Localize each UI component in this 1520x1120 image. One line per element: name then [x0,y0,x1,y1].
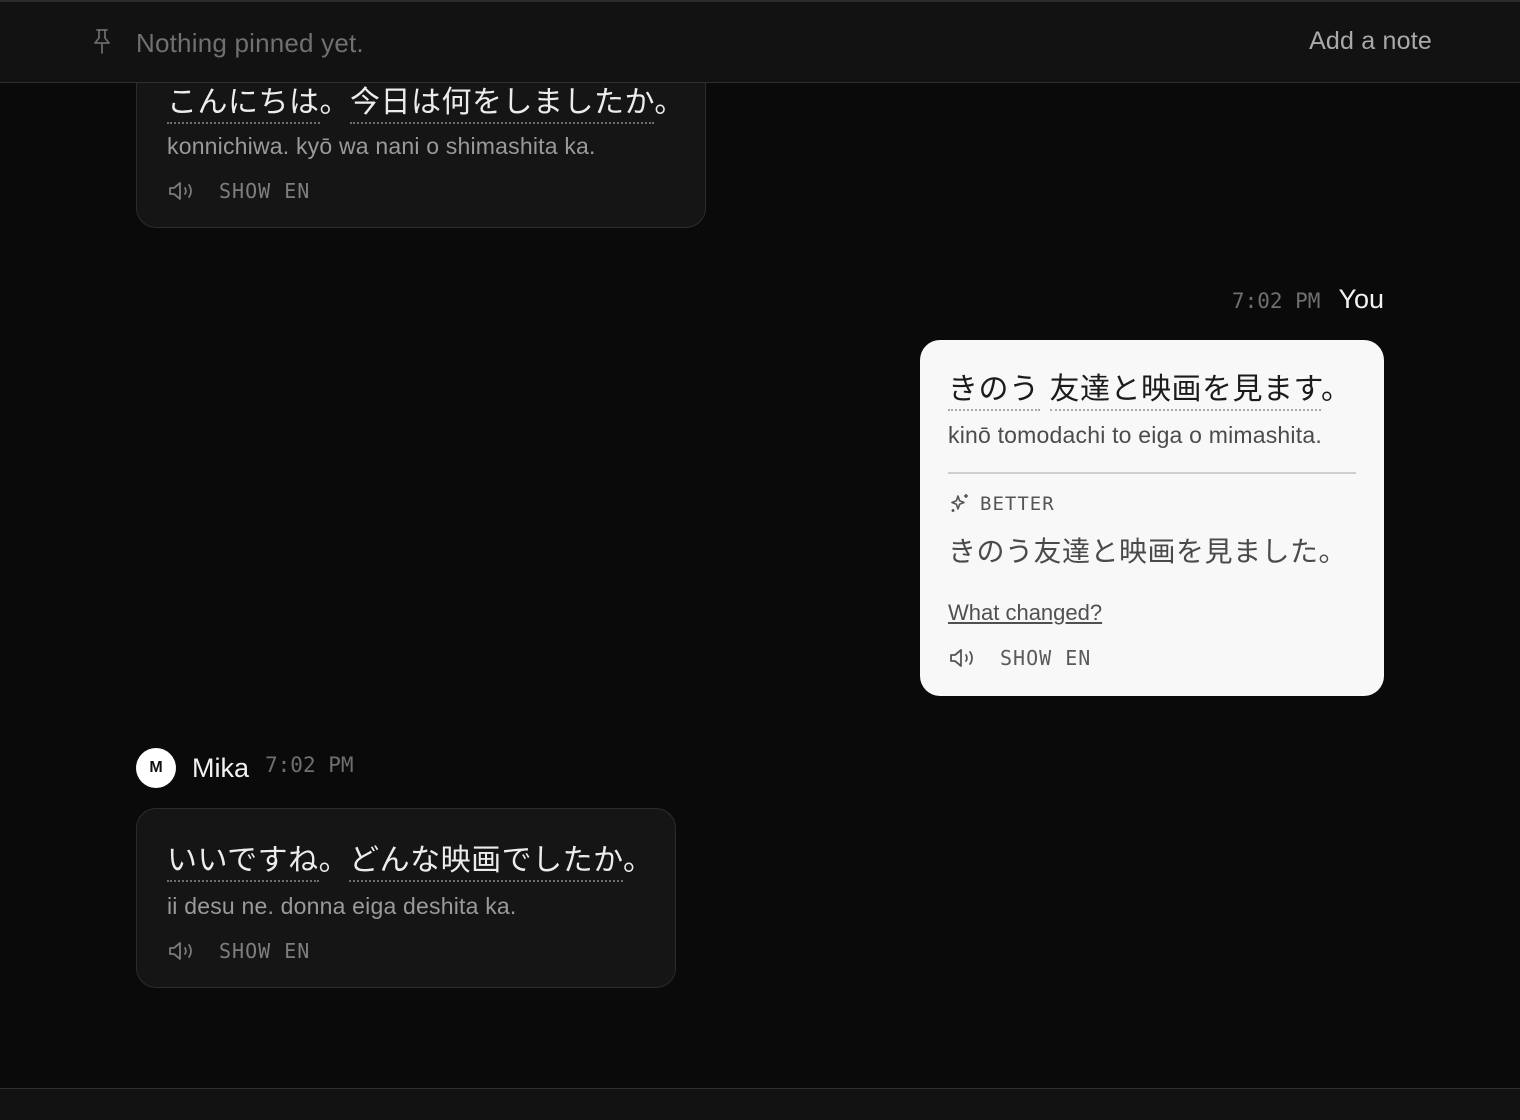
mika-message-meta: M Mika 7:02 PM [136,748,354,788]
sparkle-icon [951,494,968,512]
show-en-button[interactable]: SHOW EN [219,939,310,963]
what-changed-link[interactable]: What changed? [948,600,1102,626]
word-segment[interactable]: 今日は何をしましたか [350,85,655,124]
word-segment[interactable]: きのう [948,372,1040,411]
user-message-meta: 7:02 PM You [1232,284,1384,315]
better-correction-text: きのう友達と映画を見ました。 [948,535,1348,568]
word-segment[interactable]: こんにちは [167,85,320,124]
message-bubble-you: きのう 友達と映画を見ます。 kinō tomodachi to eiga o … [920,340,1384,696]
speaker-icon[interactable] [948,646,978,670]
message-timestamp: 7:02 PM [1231,289,1321,313]
chat-app: Nothing pinned yet. Add a note こんにちは。今日は… [0,0,1520,1120]
better-header: BETTER [948,492,1055,516]
sender-name: Mika [192,752,250,783]
pinned-bar: Nothing pinned yet. Add a note [0,0,1520,83]
punctuation: 。 [1321,372,1352,407]
add-note-button[interactable]: Add a note [1309,27,1432,56]
speaker-icon[interactable] [167,939,197,963]
avatar: M [136,748,176,788]
divider [948,472,1356,474]
message-japanese: こんにちは。今日は何をしましたか。 [167,77,685,124]
word-segment[interactable]: 友達と映画を見ます [1049,372,1322,411]
composer-bar[interactable] [0,1088,1520,1120]
word-segment[interactable]: いいですね [167,843,319,882]
pin-icon [94,29,110,54]
punctuation: 。 [319,85,350,120]
message-japanese: きのう 友達と映画を見ます。 [948,364,1352,411]
message-bubble-mika-2: いいですね。どんな映画でしたか。 ii desu ne. donna eiga … [136,808,676,988]
show-en-button[interactable]: SHOW EN [219,179,310,203]
pinned-empty-text: Nothing pinned yet. [136,28,364,58]
better-label: BETTER [980,493,1055,515]
sender-name: You [1338,284,1384,314]
word-segment[interactable]: どんな映画でしたか [349,843,624,882]
message-romaji: konnichiwa. kyō wa nani o shimashita ka. [167,133,596,159]
punctuation: 。 [654,85,685,120]
speaker-icon[interactable] [167,179,197,203]
punctuation: 。 [318,843,350,878]
message-japanese: いいですね。どんな映画でしたか。 [167,835,654,882]
message-actions: SHOW EN [167,939,310,963]
message-timestamp: 7:02 PM [265,753,354,777]
message-romaji: ii desu ne. donna eiga deshita ka. [167,893,517,919]
message-romaji: kinō tomodachi to eiga o mimashita. [948,422,1322,448]
show-en-button[interactable]: SHOW EN [1000,646,1091,670]
punctuation: 。 [623,843,654,878]
message-actions: SHOW EN [167,179,310,203]
message-actions: SHOW EN [948,646,1091,670]
